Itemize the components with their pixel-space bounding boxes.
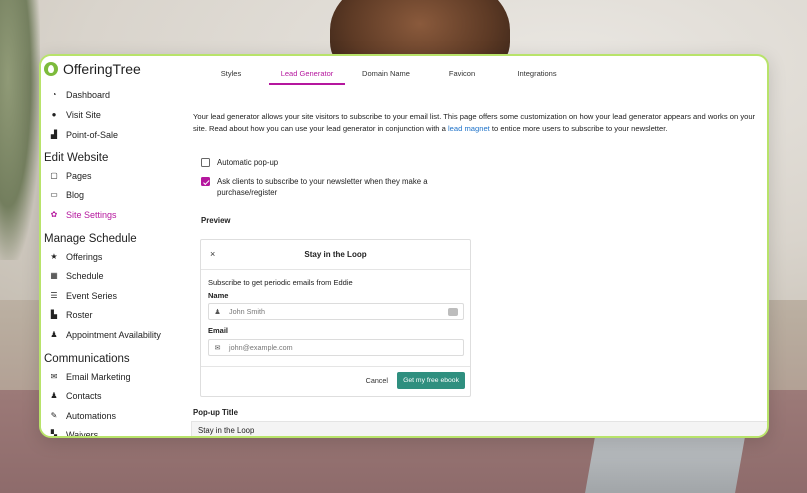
sidebar-item-dashboard[interactable]: ◔ Dashboard [49,90,110,100]
sidebar-item-label: Blog [66,190,85,200]
brand-name: OfferingTree [63,61,141,77]
tab-integrations[interactable]: Integrations [497,56,577,88]
automatic-popup-option[interactable]: Automatic pop-up [201,157,278,168]
sidebar-item-label: Schedule [66,271,104,281]
automatic-popup-label: Automatic pop-up [217,158,279,167]
sidebar-item-contacts[interactable]: ♟ Contacts [49,391,102,401]
sidebar-item-label: Contacts [66,391,102,401]
sidebar-item-label: Site Settings [66,210,117,220]
sidebar-item-label: Waivers [66,430,99,438]
sidebar-item-email-marketing[interactable]: ✉ Email Marketing [49,372,131,382]
sidebar-item-label: Automations [66,411,117,421]
tab-styles[interactable]: Styles [193,56,269,88]
list-icon: ☰ [50,291,58,300]
background-laptop [583,430,747,493]
sidebar-item-label: Dashboard [66,90,111,100]
sidebar-item-visit-site[interactable]: ● Visit Site [49,110,101,120]
sidebar-item-label: Point-of-Sale [66,130,119,140]
sidebar-item-point-of-sale[interactable]: ▟ Point-of-Sale [49,130,118,140]
background-plant [0,0,40,260]
email-label: Email [208,326,229,335]
tab-favicon[interactable]: Favicon [427,56,497,88]
tab-domain-name[interactable]: Domain Name [345,56,427,88]
lead-generator-description: Your lead generator allows your site vis… [193,111,767,135]
popup-footer: Cancel Get my free ebook [201,366,470,396]
preview-heading: Preview [201,216,231,225]
section-edit-website: Edit Website [44,152,109,164]
autofill-icon[interactable] [448,307,458,316]
popup-title-input[interactable]: Stay in the Loop [191,421,767,436]
sidebar-item-roster[interactable]: ▙ Roster [49,310,93,320]
user-icon: ♟ [214,308,221,316]
waiver-icon: ▚ [50,430,58,438]
app-window: OfferingTree ◔ Dashboard ● Visit Site ▟ … [39,54,769,438]
popup-title-heading: Pop-up Title [193,408,238,417]
settings-tabs: Styles Lead Generator Domain Name Favico… [193,56,577,88]
sidebar-item-waivers[interactable]: ▚ Waivers [49,430,99,438]
main-content: Your lead generator allows your site vis… [193,111,767,135]
roster-icon: ▙ [50,310,58,319]
tab-lead-generator[interactable]: Lead Generator [269,56,345,88]
email-placeholder: john@example.com [229,343,293,352]
dashboard-icon: ◔ [51,90,57,99]
star-icon: ★ [50,252,58,261]
popup-header: × Stay in the Loop [201,240,470,270]
users-icon: ♟ [50,330,58,339]
automatic-popup-checkbox[interactable] [201,158,210,167]
ask-clients-option[interactable]: Ask clients to subscribe to your newslet… [201,176,451,198]
sidebar-item-offerings[interactable]: ★ Offerings [49,252,102,262]
contacts-icon: ♟ [50,391,58,400]
pages-icon: ▢ [50,171,58,180]
description-text-end: to entice more users to subscribe to you… [489,124,668,133]
sidebar-item-label: Event Series [66,291,118,301]
bag-icon: ▟ [50,130,58,139]
sidebar-item-schedule[interactable]: ▦ Schedule [49,271,104,281]
name-placeholder: John Smith [229,307,265,316]
signup-popup-preview: × Stay in the Loop Subscribe to get peri… [200,239,471,397]
brand-logo[interactable]: OfferingTree [44,61,141,77]
sidebar: OfferingTree ◔ Dashboard ● Visit Site ▟ … [41,56,175,436]
globe-icon: ● [51,110,57,119]
popup-subtitle: Subscribe to get periodic emails from Ed… [208,278,353,287]
sidebar-item-automations[interactable]: ✎ Automations [49,411,116,421]
ask-clients-label: Ask clients to subscribe to your newslet… [217,177,428,197]
name-field[interactable]: ♟ John Smith [208,303,464,320]
section-communications: Communications [44,353,130,365]
blog-icon: ▭ [50,190,58,199]
sidebar-item-appointment-availability[interactable]: ♟ Appointment Availability [49,330,161,340]
wand-icon: ✎ [50,411,58,420]
ask-clients-checkbox[interactable] [201,177,210,186]
sidebar-item-label: Roster [66,310,93,320]
name-label: Name [208,291,229,300]
popup-title: Stay in the Loop [304,250,367,259]
sidebar-item-label: Pages [66,171,92,181]
mail-icon: ✉ [50,372,58,381]
sidebar-item-event-series[interactable]: ☰ Event Series [49,291,117,301]
sidebar-item-label: Visit Site [66,110,101,120]
sidebar-item-label: Offerings [66,252,103,262]
lead-magnet-link[interactable]: lead magnet [448,124,490,133]
section-manage-schedule: Manage Schedule [44,233,137,245]
get-ebook-button[interactable]: Get my free ebook [397,372,465,389]
sidebar-item-pages[interactable]: ▢ Pages [49,171,92,181]
envelope-icon: ✉ [214,344,221,352]
cancel-button[interactable]: Cancel [366,376,388,385]
sidebar-item-label: Appointment Availability [66,330,161,340]
sidebar-item-site-settings[interactable]: ✿ Site Settings [49,210,117,220]
gear-icon: ✿ [50,210,58,219]
sidebar-item-label: Email Marketing [66,372,131,382]
email-field[interactable]: ✉ john@example.com [208,339,464,356]
calendar-icon: ▦ [50,271,58,280]
sidebar-item-blog[interactable]: ▭ Blog [49,190,84,200]
offeringtree-logo-icon [44,62,58,76]
